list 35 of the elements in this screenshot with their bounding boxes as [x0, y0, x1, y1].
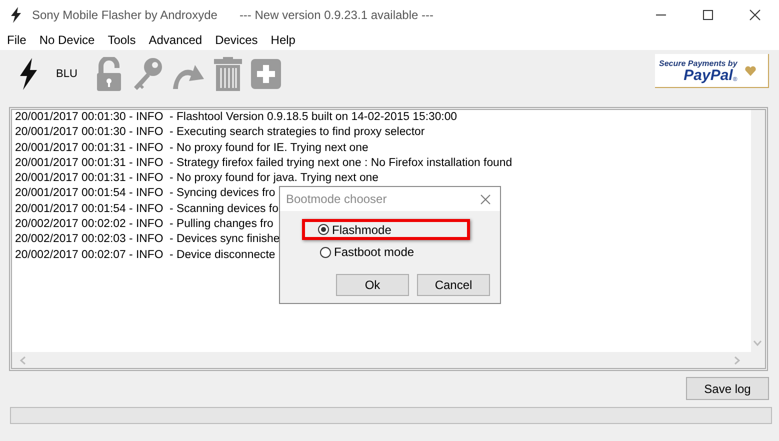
dialog-button[interactable]: Cancel: [417, 274, 490, 296]
radio-option[interactable]: Fastboot mode: [320, 245, 414, 259]
dialog-button[interactable]: Ok: [336, 274, 409, 296]
dialog-title: Bootmode chooser: [286, 192, 387, 206]
bolt-icon[interactable]: [18, 58, 38, 90]
log-line: 20/001/2017 00:01:54 - INFO - Syncing devices fro: [15, 186, 276, 202]
menu-item[interactable]: Help: [270, 33, 296, 47]
close-icon[interactable]: [749, 9, 761, 21]
menu-item[interactable]: Advanced: [148, 33, 202, 47]
menu-item[interactable]: No Device: [39, 33, 95, 47]
log-line: 20/002/2017 00:02:02 - INFO - Pulling changes fro: [15, 217, 274, 232]
log-line: 20/001/2017 00:01:30 - INFO - Flashtool Version 0.9.18.5 built on 14-02-2015 15:30:00: [15, 110, 458, 125]
scroll-right-icon[interactable]: [734, 356, 740, 364]
donate-caption: Secure Payments by: [659, 58, 738, 68]
bolt-icon: [10, 7, 22, 23]
log-line: 20/001/2017 00:01:31 - INFO - Strategy firefox failed trying next one : No Firefox installation found: [15, 156, 512, 171]
log-line: 20/001/2017 00:01:31 - INFO - No proxy found for java. Trying next one: [15, 171, 378, 186]
update-notice: --- New version 0.9.23.1 available ---: [239, 8, 434, 22]
heart-icon: [745, 66, 756, 76]
menu-item[interactable]: Tools: [108, 33, 136, 47]
maximize-icon[interactable]: [702, 9, 714, 21]
window-title: Sony Mobile Flasher by Androxyde: [32, 8, 218, 22]
scroll-down-icon[interactable]: [753, 340, 762, 346]
log-line: 20/001/2017 00:01:31 - INFO - No proxy found for IE. Trying next one: [15, 140, 368, 156]
brand-name: PayPal: [684, 68, 733, 82]
menu-item[interactable]: File: [7, 33, 26, 47]
log-line: 20/002/2017 00:02:03 - INFO - Devices sync finishe: [15, 232, 280, 248]
save-log-button[interactable]: Save log: [686, 377, 769, 400]
radio-option[interactable]: Flashmode: [318, 222, 392, 236]
log-line: 20/001/2017 00:01:54 - INFO - Scanning devices fo: [15, 202, 278, 217]
scroll-left-icon[interactable]: [20, 356, 26, 364]
device-label: BLU: [56, 68, 78, 80]
log-line: 20/001/2017 00:01:30 - INFO - Executing search strategies to find proxy selector: [15, 125, 425, 140]
log-line: 20/002/2017 00:02:07 - INFO - Device disconnecte: [15, 248, 276, 263]
menu-item[interactable]: Devices: [215, 33, 258, 47]
